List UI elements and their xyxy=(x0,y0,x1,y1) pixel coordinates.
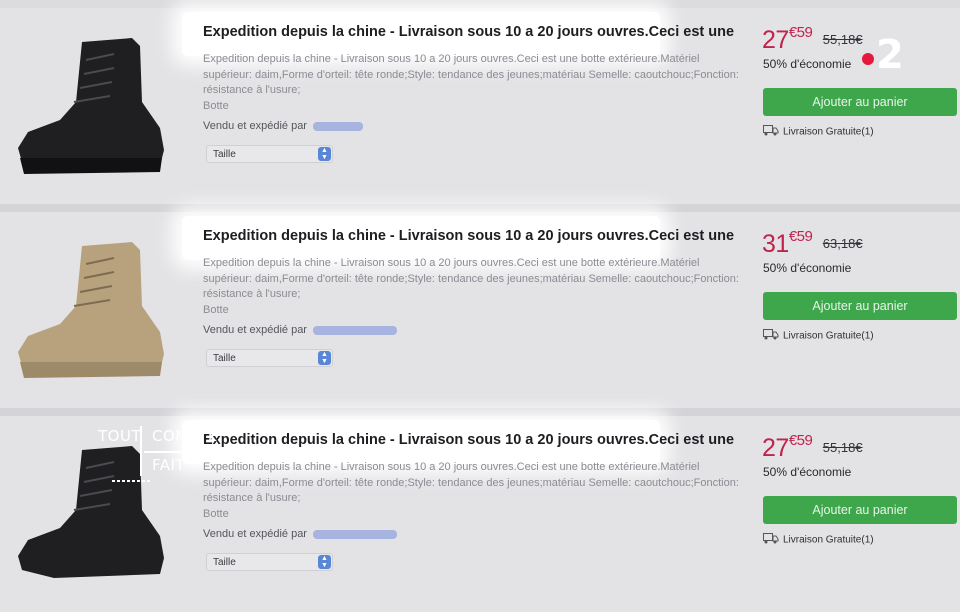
channel-number: 2 xyxy=(876,32,904,74)
size-select[interactable]: Taille ▲ ▼ xyxy=(206,145,333,163)
saving-label: 50% d'économie xyxy=(763,465,852,479)
add-to-cart-button[interactable]: Ajouter au panier xyxy=(763,88,957,116)
vendor-link[interactable] xyxy=(313,529,398,539)
delivery-count: (1) xyxy=(861,330,874,342)
current-price: 27€59 xyxy=(762,24,813,54)
select-arrows-icon: ▲ ▼ xyxy=(318,351,331,365)
product-description: Expedition depuis la chine - Livraison s… xyxy=(203,52,748,114)
vendor-line: Vendu et expédié par xyxy=(203,528,398,540)
vendor-label: Vendu et expédié par xyxy=(203,120,307,132)
vendor-link[interactable] xyxy=(313,325,398,335)
price-whole: 31 xyxy=(762,230,789,258)
old-price: 55,18€ xyxy=(822,440,863,455)
old-price: 55,18€ xyxy=(822,32,863,47)
logo-divider xyxy=(140,426,142,476)
add-to-cart-button[interactable]: Ajouter au panier xyxy=(763,292,957,320)
description-text: Expedition depuis la chine - Livraison s… xyxy=(203,257,739,300)
select-arrows-icon: ▲ ▼ xyxy=(318,147,331,161)
logo-dots xyxy=(112,480,152,482)
vendor-label: Vendu et expédié par xyxy=(203,528,307,540)
delivery-info: Livraison Gratuite(1) xyxy=(763,533,874,547)
product-description: Expedition depuis la chine - Livraison s… xyxy=(203,460,748,522)
delivery-label: Livraison Gratuite xyxy=(783,126,862,138)
show-logo-word: TOUT xyxy=(98,427,142,445)
size-select-label: Taille xyxy=(213,353,236,364)
product-category: Botte xyxy=(203,99,229,112)
price-cents: €59 xyxy=(788,24,813,41)
price-cents: €59 xyxy=(788,432,813,449)
price-cents: €59 xyxy=(788,228,813,245)
price-block: 27€59 55,18€ xyxy=(762,24,863,55)
product-title[interactable]: Expedition depuis la chine - Livraison s… xyxy=(203,228,748,244)
product-category: Botte xyxy=(203,303,229,316)
show-logo-word: COMPTE xyxy=(152,427,218,445)
old-price: 63,18€ xyxy=(822,236,863,251)
size-select[interactable]: Taille ▲ ▼ xyxy=(206,349,333,367)
divider xyxy=(0,204,960,212)
product-category: Botte xyxy=(203,507,229,520)
vendor-label: Vendu et expédié par xyxy=(203,324,307,336)
product-description: Expedition depuis la chine - Livraison s… xyxy=(203,256,748,318)
logo-divider xyxy=(144,451,210,453)
show-logo: TOUT COMPTE FAIT xyxy=(92,418,217,490)
channel-dot xyxy=(862,53,874,65)
size-select-label: Taille xyxy=(213,149,236,160)
size-select[interactable]: Taille ▲ ▼ xyxy=(206,553,333,571)
truck-icon xyxy=(763,329,779,343)
size-select-label: Taille xyxy=(213,557,236,568)
description-text: Expedition depuis la chine - Livraison s… xyxy=(203,461,739,504)
add-to-cart-button[interactable]: Ajouter au panier xyxy=(763,496,957,524)
delivery-info: Livraison Gratuite(1) xyxy=(763,329,874,343)
truck-icon xyxy=(763,533,779,547)
price-block: 31€59 63,18€ xyxy=(762,228,863,259)
boot-image xyxy=(18,38,164,174)
channel-logo: 2 xyxy=(859,30,909,78)
current-price: 31€59 xyxy=(762,228,813,258)
price-whole: 27 xyxy=(762,26,789,54)
saving-label: 50% d'économie xyxy=(763,261,852,275)
product-card: Expedition depuis la chine - Livraison s… xyxy=(0,8,960,204)
divider xyxy=(0,408,960,416)
delivery-label: Livraison Gratuite xyxy=(783,534,862,546)
product-title[interactable]: Expedition depuis la chine - Livraison s… xyxy=(203,24,748,40)
vendor-line: Vendu et expédié par xyxy=(203,120,364,132)
delivery-label: Livraison Gratuite xyxy=(783,330,862,342)
price-whole: 27 xyxy=(762,434,789,462)
vendor-link[interactable] xyxy=(313,121,364,131)
product-image[interactable] xyxy=(14,32,174,192)
product-image[interactable] xyxy=(14,236,174,396)
saving-label: 50% d'économie xyxy=(763,57,852,71)
current-price: 27€59 xyxy=(762,432,813,462)
product-card: Expedition depuis la chine - Livraison s… xyxy=(0,212,960,408)
boot-image xyxy=(18,242,164,378)
delivery-count: (1) xyxy=(861,126,874,138)
select-arrows-icon: ▲ ▼ xyxy=(318,555,331,569)
delivery-info: Livraison Gratuite(1) xyxy=(763,125,874,139)
vendor-line: Vendu et expédié par xyxy=(203,324,398,336)
description-text: Expedition depuis la chine - Livraison s… xyxy=(203,53,739,96)
delivery-count: (1) xyxy=(861,534,874,546)
show-logo-word: FAIT xyxy=(152,456,186,474)
price-block: 27€59 55,18€ xyxy=(762,432,863,463)
product-title[interactable]: Expedition depuis la chine - Livraison s… xyxy=(203,432,748,448)
truck-icon xyxy=(763,125,779,139)
